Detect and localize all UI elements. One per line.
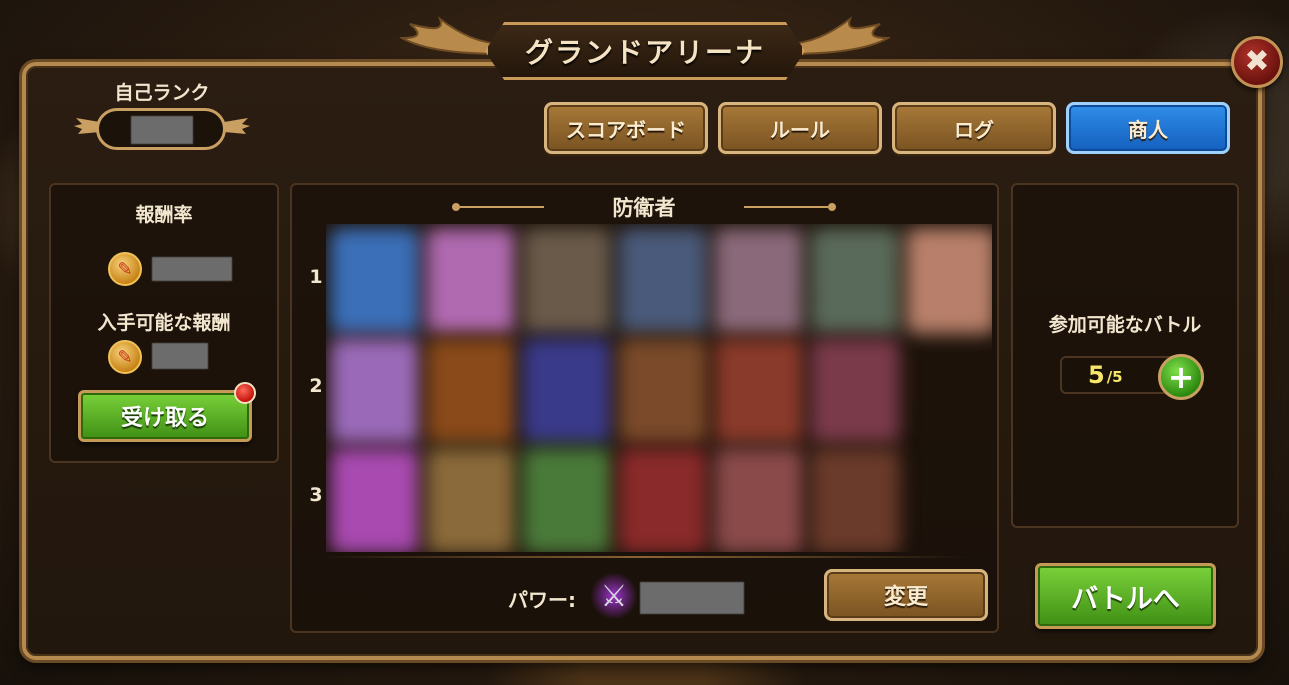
hero-portrait[interactable] xyxy=(522,228,612,334)
hero-portrait[interactable] xyxy=(714,338,804,444)
row-number: 1 xyxy=(309,266,323,288)
hero-portrait[interactable] xyxy=(522,448,612,552)
hero-portrait[interactable] xyxy=(618,448,708,552)
arena-coin-icon: ✎ xyxy=(108,340,142,374)
hero-portrait[interactable] xyxy=(330,338,420,444)
defender-grid xyxy=(326,224,992,552)
defenders-title: 防衛者 xyxy=(612,196,676,220)
battles-max: /5 xyxy=(1106,368,1123,386)
hero-portrait[interactable] xyxy=(426,338,516,444)
available-battles-label: 参加可能なバトル xyxy=(1048,314,1202,336)
arena-coin-icon: ✎ xyxy=(108,252,142,286)
hero-portrait[interactable] xyxy=(906,228,992,334)
rank-plate xyxy=(96,108,226,150)
hero-portrait[interactable] xyxy=(810,448,900,552)
rank-label: 自己ランク xyxy=(114,82,210,104)
battles-current: 5 xyxy=(1088,361,1105,389)
hero-portrait[interactable] xyxy=(330,448,420,552)
rewards-title: 報酬率 xyxy=(135,204,193,226)
notification-badge xyxy=(234,382,256,404)
rank-value-redacted xyxy=(131,116,193,144)
power-value-redacted xyxy=(640,582,744,614)
hero-portrait[interactable] xyxy=(426,228,516,334)
hero-portrait[interactable] xyxy=(330,228,420,334)
hero-portrait[interactable] xyxy=(810,338,900,444)
tab-scoreboard[interactable]: スコアボード xyxy=(544,102,708,154)
row-number: 2 xyxy=(309,375,323,397)
hero-portrait[interactable] xyxy=(714,448,804,552)
hero-portrait[interactable] xyxy=(426,448,516,552)
reward-rate-redacted xyxy=(152,257,232,281)
claim-button[interactable]: 受け取る xyxy=(78,390,252,442)
title-plate: グランドアリーナ xyxy=(485,22,805,80)
window-title: グランドアリーナ xyxy=(524,36,765,69)
available-rewards-redacted xyxy=(152,343,208,369)
hero-portrait[interactable] xyxy=(522,338,612,444)
ornament-left-icon xyxy=(452,203,460,211)
hero-portrait[interactable] xyxy=(714,228,804,334)
hero-portrait[interactable] xyxy=(618,228,708,334)
divider xyxy=(320,556,970,558)
row-number: 3 xyxy=(309,484,323,506)
title-banner: グランドアリーナ xyxy=(400,8,890,80)
ornament-right-line xyxy=(744,206,828,208)
add-battles-button[interactable]: + xyxy=(1158,354,1204,400)
go-to-battle-button[interactable]: バトルへ xyxy=(1035,563,1216,629)
hero-portrait[interactable] xyxy=(810,228,900,334)
tab-merchant[interactable]: 商人 xyxy=(1066,102,1230,154)
change-defenders-button[interactable]: 変更 xyxy=(824,569,988,621)
available-rewards-label: 入手可能な報酬 xyxy=(97,312,231,334)
close-button[interactable]: ✖ xyxy=(1231,36,1283,88)
ornament-left-line xyxy=(460,206,544,208)
plus-icon: + xyxy=(1167,358,1195,396)
rank-wing-right-icon xyxy=(224,118,250,134)
hero-portrait[interactable] xyxy=(618,338,708,444)
close-icon: ✖ xyxy=(1244,44,1270,79)
tab-rules[interactable]: ルール xyxy=(718,102,882,154)
ornament-right-icon xyxy=(828,203,836,211)
power-label: パワー: xyxy=(508,588,576,612)
crossed-swords-icon: ⚔ xyxy=(590,572,638,620)
tab-log[interactable]: ログ xyxy=(892,102,1056,154)
